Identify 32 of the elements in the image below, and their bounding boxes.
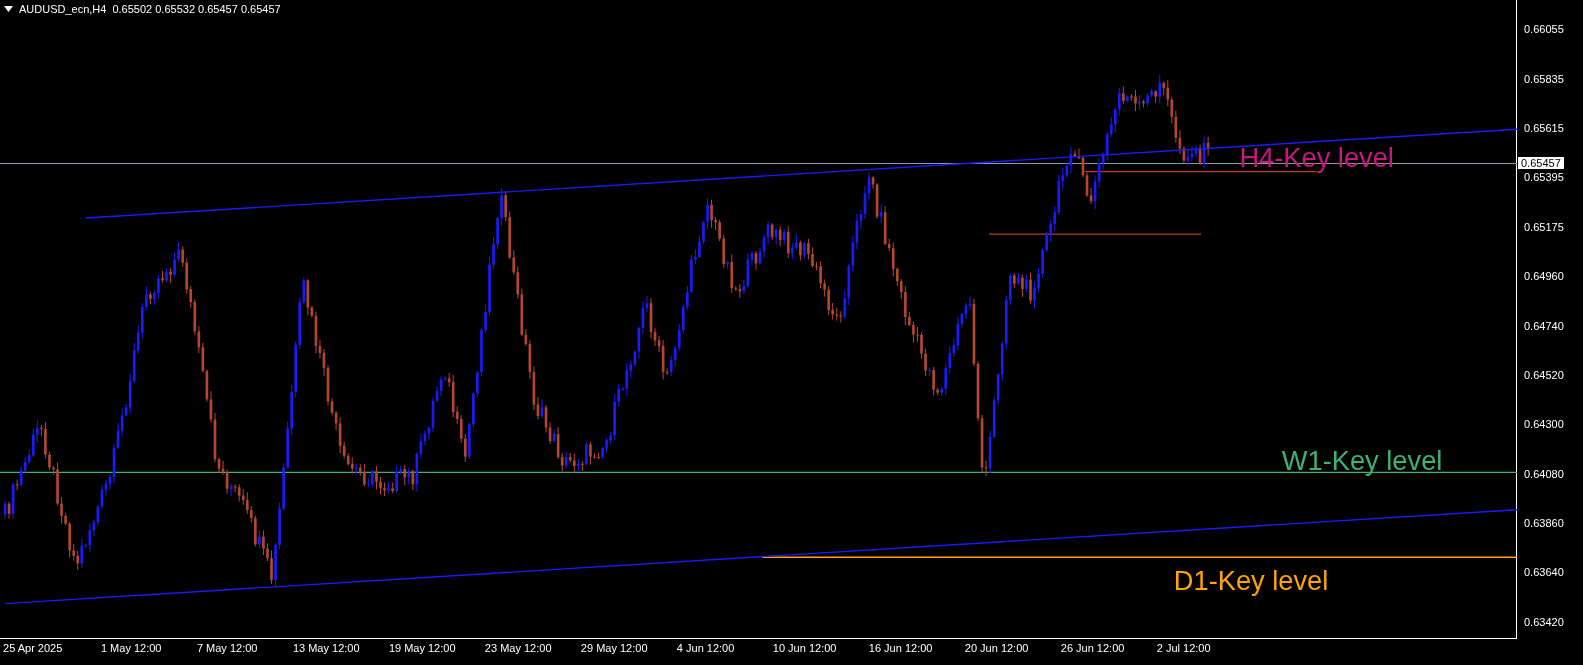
price-tick-label: 0.64300 bbox=[1524, 418, 1564, 431]
time-tick-label: 2 Jul 12:00 bbox=[1156, 642, 1211, 654]
key-level-label: D1-Key level bbox=[1173, 565, 1329, 597]
time-tick-label: 10 Jun 12:00 bbox=[772, 642, 837, 654]
time-tick-label: 23 May 12:00 bbox=[484, 642, 552, 654]
price-tick-label: 0.64740 bbox=[1524, 319, 1564, 332]
time-tick-label: 1 May 12:00 bbox=[100, 642, 162, 654]
price-tick-label: 0.64960 bbox=[1524, 270, 1564, 283]
dropdown-triangle-icon[interactable] bbox=[4, 6, 13, 12]
price-tick-label: 0.64080 bbox=[1524, 467, 1564, 480]
time-tick-label: 26 Jun 12:00 bbox=[1060, 642, 1125, 654]
time-tick-label: 7 May 12:00 bbox=[196, 642, 258, 654]
price-tick-label: 0.64520 bbox=[1524, 368, 1564, 381]
price-tick-label: 0.65175 bbox=[1524, 220, 1564, 233]
price-tick-label: 0.63420 bbox=[1524, 615, 1564, 628]
key-level-label: W1-Key level bbox=[1281, 445, 1443, 477]
time-tick-label: 20 Jun 12:00 bbox=[964, 642, 1029, 654]
current-price-label: 0.65457 bbox=[1518, 156, 1564, 169]
time-tick-label: 25 Apr 2025 bbox=[3, 642, 63, 654]
price-tick-label: 0.65835 bbox=[1524, 72, 1564, 85]
time-tick-label: 19 May 12:00 bbox=[388, 642, 456, 654]
price-tick-label: 0.63640 bbox=[1524, 566, 1564, 579]
price-tick-label: 0.66055 bbox=[1524, 23, 1564, 36]
price-tick-label: 0.65615 bbox=[1524, 122, 1564, 134]
price-tick-label: 0.65395 bbox=[1524, 171, 1564, 184]
quote-values: 0.65502 0.65532 0.65457 0.65457 bbox=[112, 3, 281, 15]
symbol-label: AUDUSD_ecn,H4 bbox=[19, 3, 107, 15]
time-tick-label: 29 May 12:00 bbox=[580, 642, 648, 654]
time-tick-label: 4 Jun 12:00 bbox=[676, 642, 735, 654]
time-tick-label: 13 May 12:00 bbox=[292, 642, 360, 654]
price-tick-label: 0.63860 bbox=[1524, 517, 1564, 529]
time-tick-label: 16 Jun 12:00 bbox=[868, 642, 933, 654]
